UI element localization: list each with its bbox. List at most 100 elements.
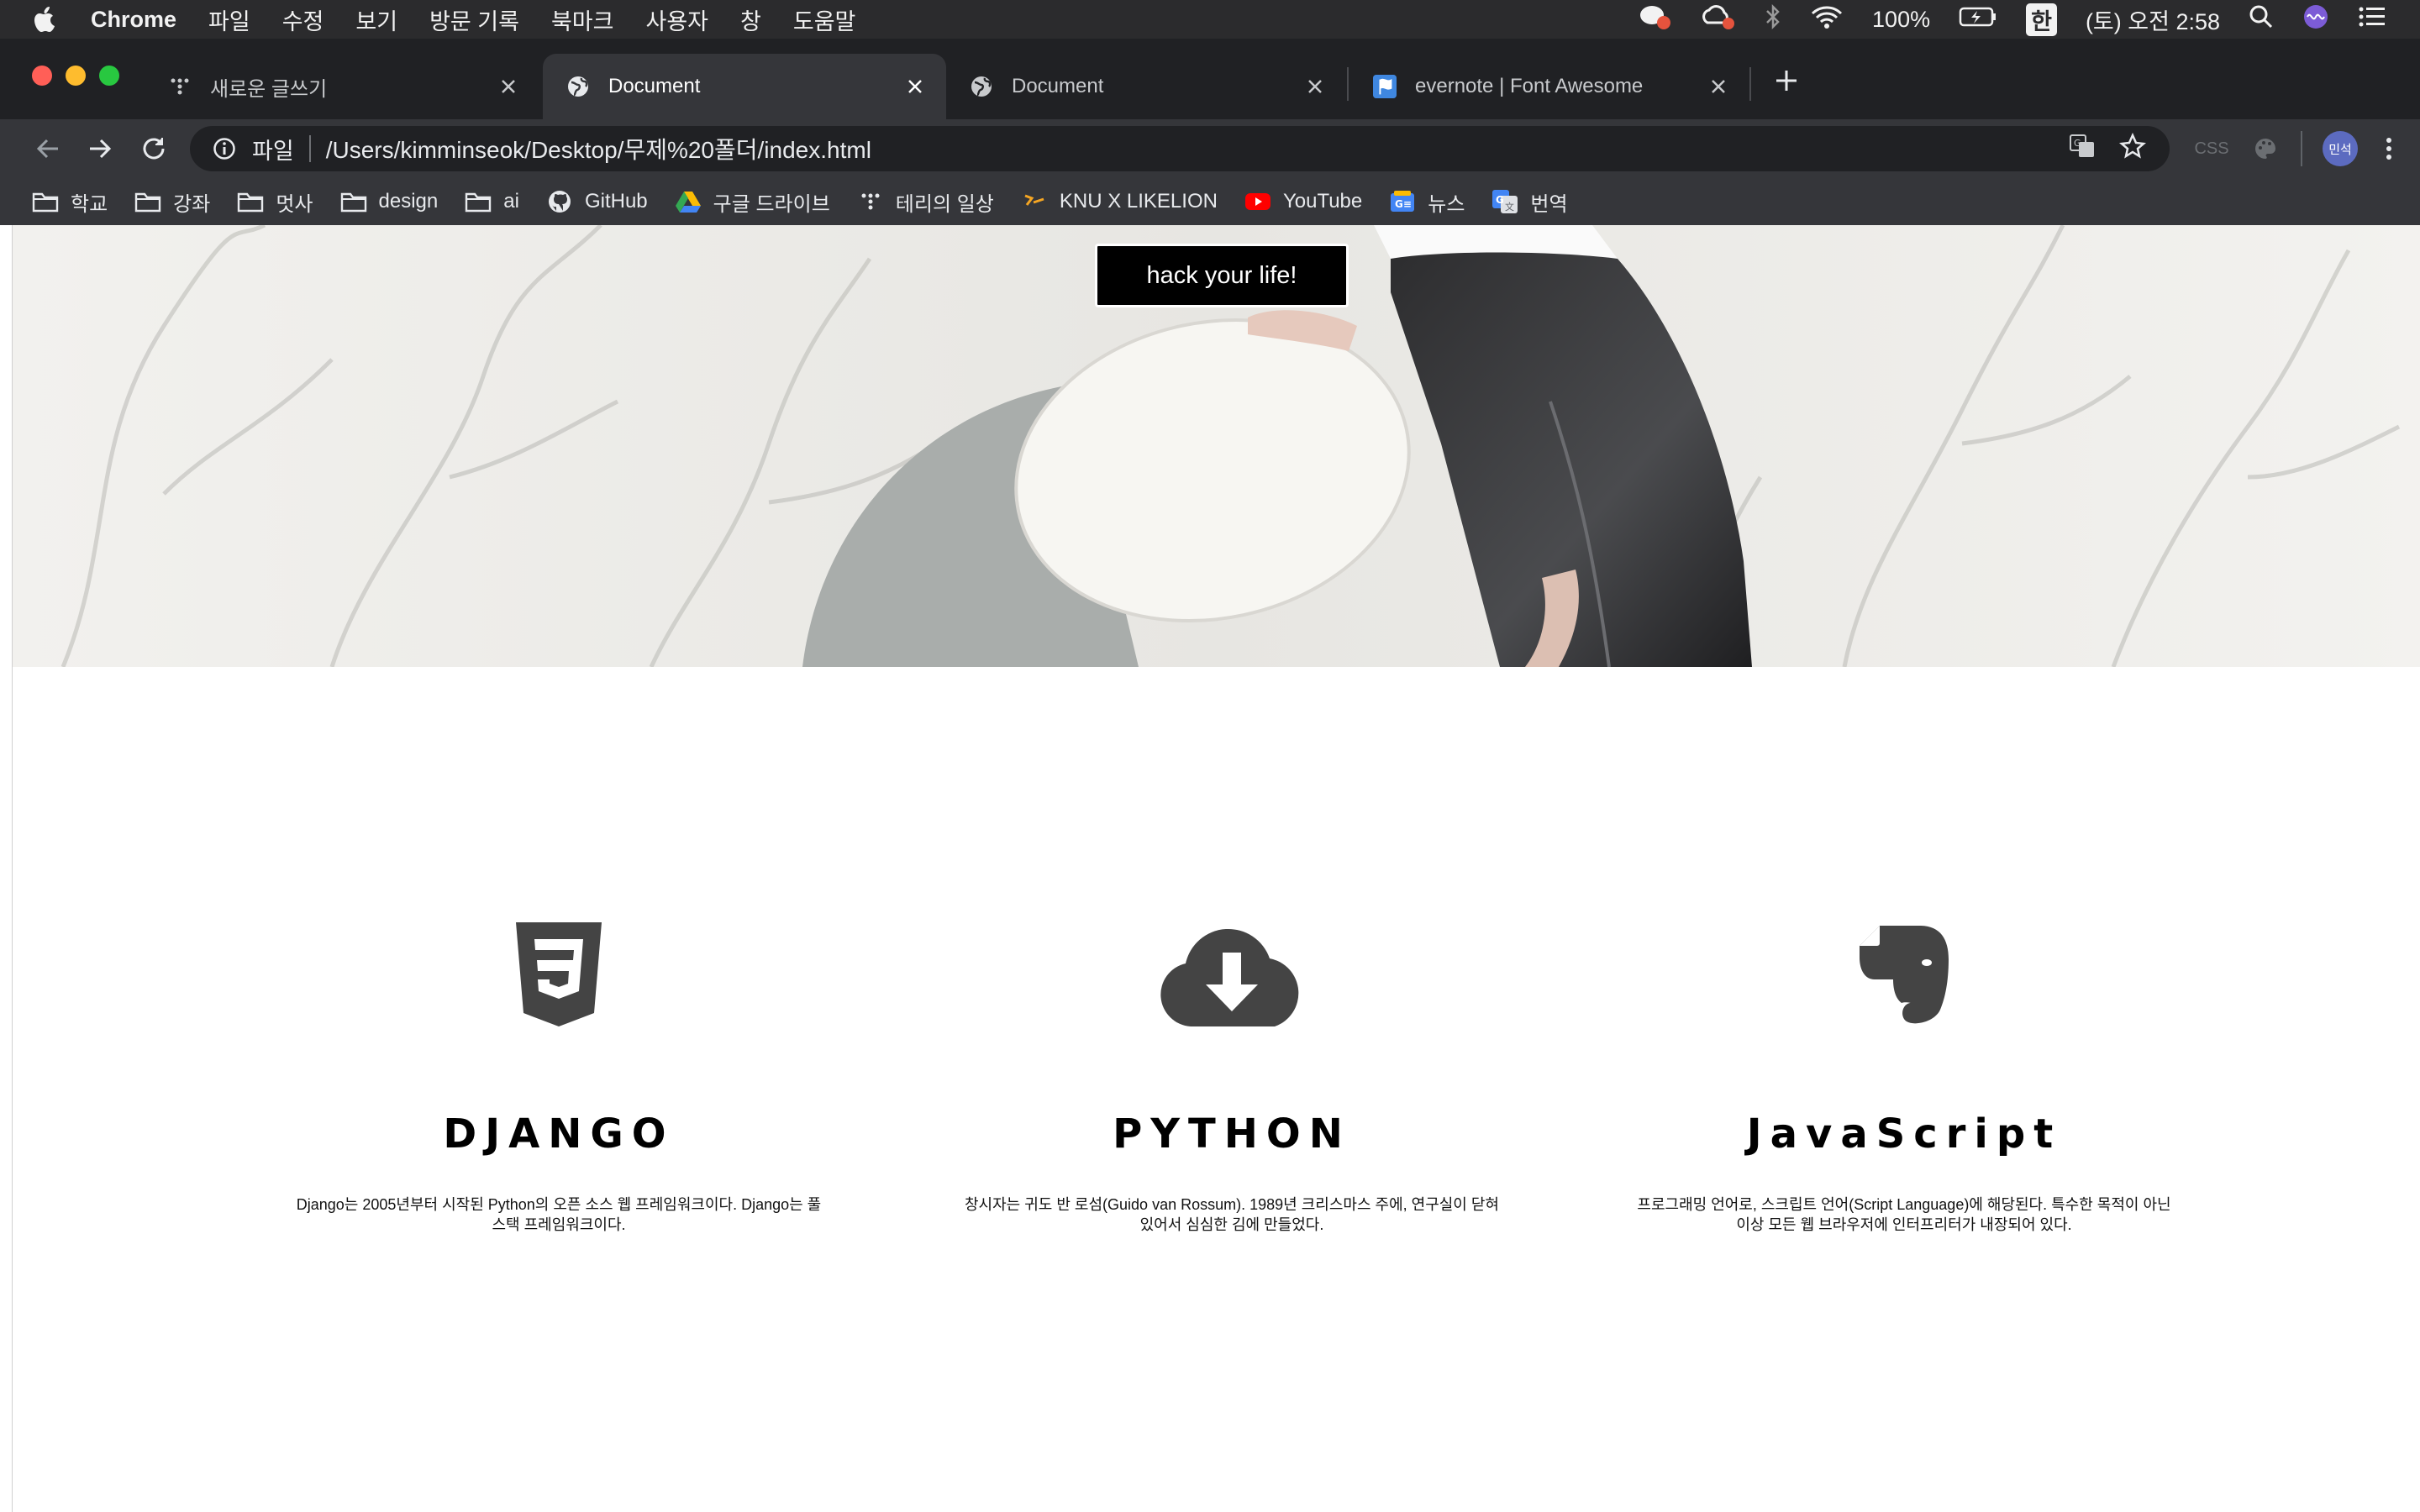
palette-extension-icon[interactable] (2249, 131, 2282, 166)
kakaotalk-icon[interactable] (1639, 3, 1672, 37)
tab-label: 새로운 글쓰기 (210, 77, 328, 101)
folder-icon (32, 189, 59, 214)
menu-bookmarks[interactable]: 북마크 (551, 3, 614, 36)
menu-help[interactable]: 도움말 (793, 3, 856, 36)
css3-icon (265, 922, 853, 1032)
bookmark-label: 번역 (1530, 192, 1568, 216)
bookmark-news[interactable]: G≡ 뉴스 (1389, 187, 1465, 217)
close-tab-icon[interactable] (1706, 74, 1731, 99)
chrome-menu-icon[interactable] (2376, 131, 2402, 166)
address-bar[interactable]: 파일 /Users/kimminseok/Desktop/무제%20폴더/ind… (190, 126, 2170, 171)
google-drive-icon (675, 189, 702, 214)
bookmark-ai[interactable]: ai (465, 189, 519, 214)
menu-history[interactable]: 방문 기록 (429, 3, 519, 36)
input-source-indicator[interactable]: 한 (2026, 3, 2057, 36)
tab-new-post[interactable]: 새로운 글쓰기 (145, 54, 539, 119)
bookmark-terry-daily[interactable]: 테리의 일상 (857, 187, 994, 217)
page-viewport: hack your life! DJANGO Django는 2005년부터 시… (12, 225, 2420, 1512)
feature-javascript: JavaScript 프로그래밍 언어로, 스크립트 언어(Script Lan… (1610, 922, 2198, 1235)
back-button[interactable] (30, 131, 66, 166)
battery-icon[interactable] (1959, 6, 1997, 34)
wifi-icon[interactable] (1810, 4, 1844, 35)
tab-label: Document (608, 75, 701, 97)
hero-banner: hack your life! (13, 225, 2420, 667)
tistory-icon (168, 75, 192, 98)
google-translate-icon: G文 (1491, 189, 1518, 214)
globe-icon (566, 75, 590, 98)
tab-document[interactable]: Document (946, 54, 1346, 119)
folder-icon (340, 189, 367, 214)
hack-your-life-button[interactable]: hack your life! (1095, 244, 1349, 307)
tab-strip: 새로운 글쓰기 Document Document evernote | Fon… (0, 39, 2420, 119)
folder-icon (465, 189, 492, 214)
feature-title: PYTHON (1113, 1110, 1351, 1158)
close-tab-icon[interactable] (496, 74, 521, 99)
google-news-icon: G≡ (1389, 189, 1416, 214)
globe-icon (970, 75, 993, 98)
bookmark-likelion-folder[interactable]: 멋사 (237, 187, 313, 217)
bookmark-label: 뉴스 (1428, 192, 1465, 216)
creative-cloud-icon[interactable] (1701, 3, 1736, 37)
svg-text:G: G (1496, 194, 1504, 206)
menu-file[interactable]: 파일 (208, 3, 250, 36)
bookmark-label: 테리의 일상 (895, 192, 994, 216)
close-tab-icon[interactable] (1302, 74, 1328, 99)
menu-edit[interactable]: 수정 (282, 3, 324, 36)
bookmark-label: 강좌 (173, 192, 211, 216)
window-minimize-button[interactable] (66, 66, 86, 86)
notification-center-icon[interactable] (2358, 5, 2386, 34)
translate-icon[interactable]: G (2069, 134, 2096, 165)
menu-window[interactable]: 창 (740, 3, 761, 36)
bookmark-label: KNU X LIKELION (1059, 190, 1218, 213)
bookmark-knu-likelion[interactable]: KNU X LIKELION (1021, 189, 1218, 214)
menu-people[interactable]: 사용자 (645, 3, 708, 36)
tab-font-awesome[interactable]: evernote | Font Awesome (1349, 54, 1749, 119)
bookmark-school[interactable]: 학교 (32, 187, 108, 217)
reload-button[interactable] (136, 131, 171, 166)
window-zoom-button[interactable] (99, 66, 119, 86)
github-icon (546, 189, 573, 214)
bookmark-youtube[interactable]: YouTube (1244, 189, 1362, 214)
feature-title: JavaScript (1746, 1110, 2062, 1158)
apple-icon[interactable] (34, 5, 59, 34)
browser-toolbar: 파일 /Users/kimminseok/Desktop/무제%20폴더/ind… (0, 119, 2420, 178)
bookmark-translate[interactable]: G文 번역 (1491, 187, 1568, 217)
bookmark-star-icon[interactable] (2119, 132, 2146, 165)
tab-label: evernote | Font Awesome (1415, 75, 1644, 97)
siri-icon[interactable] (2302, 3, 2329, 36)
menubar-status-area: 100% 한 (토) 오전 2:58 (1639, 0, 2386, 39)
bluetooth-icon[interactable] (1765, 3, 1781, 36)
tab-separator (1347, 67, 1349, 101)
toolbar-divider (2301, 131, 2302, 166)
bookmark-label: 구글 드라이브 (713, 192, 830, 216)
tab-document-active[interactable]: Document (543, 54, 946, 119)
profile-avatar[interactable]: 민석 (2323, 131, 2358, 166)
close-tab-icon[interactable] (902, 74, 928, 99)
bookmark-courses[interactable]: 강좌 (134, 187, 210, 217)
bookmark-design[interactable]: design (340, 189, 438, 214)
bookmark-github[interactable]: GitHub (546, 189, 648, 214)
menubar-app-name[interactable]: Chrome (91, 7, 176, 33)
menu-view[interactable]: 보기 (355, 3, 397, 36)
bookmark-label: 멋사 (276, 192, 313, 216)
spotlight-search-icon[interactable] (2249, 4, 2274, 35)
font-awesome-flag-icon (1373, 75, 1397, 98)
omnibox-divider (308, 135, 311, 162)
bookmark-label: 학교 (71, 192, 108, 216)
menubar-clock[interactable]: (토) 오전 2:58 (2086, 3, 2220, 36)
svg-text:G: G (2074, 138, 2081, 149)
feature-django: DJANGO Django는 2005년부터 시작된 Python의 오픈 소스… (265, 922, 853, 1235)
css-extension-button[interactable]: CSS (2194, 131, 2228, 166)
bookmark-label: YouTube (1282, 190, 1363, 213)
new-tab-button[interactable] (1770, 64, 1803, 97)
feature-description: Django는 2005년부터 시작된 Python의 오픈 소스 웹 프레임워… (296, 1196, 822, 1233)
bookmark-google-drive[interactable]: 구글 드라이브 (675, 187, 830, 217)
battery-percent: 100% (1872, 6, 1931, 32)
site-info-icon[interactable] (212, 136, 237, 161)
url-text[interactable]: /Users/kimminseok/Desktop/무제%20폴더/index.… (326, 132, 871, 165)
window-close-button[interactable] (32, 66, 52, 86)
svg-text:G≡: G≡ (1395, 198, 1412, 210)
bookmark-label: GitHub (584, 190, 648, 213)
forward-button[interactable] (82, 131, 118, 166)
bookmarks-bar: 학교 강좌 멋사 design ai GitHub 구글 드라이브 테리의 일상… (0, 178, 2420, 225)
